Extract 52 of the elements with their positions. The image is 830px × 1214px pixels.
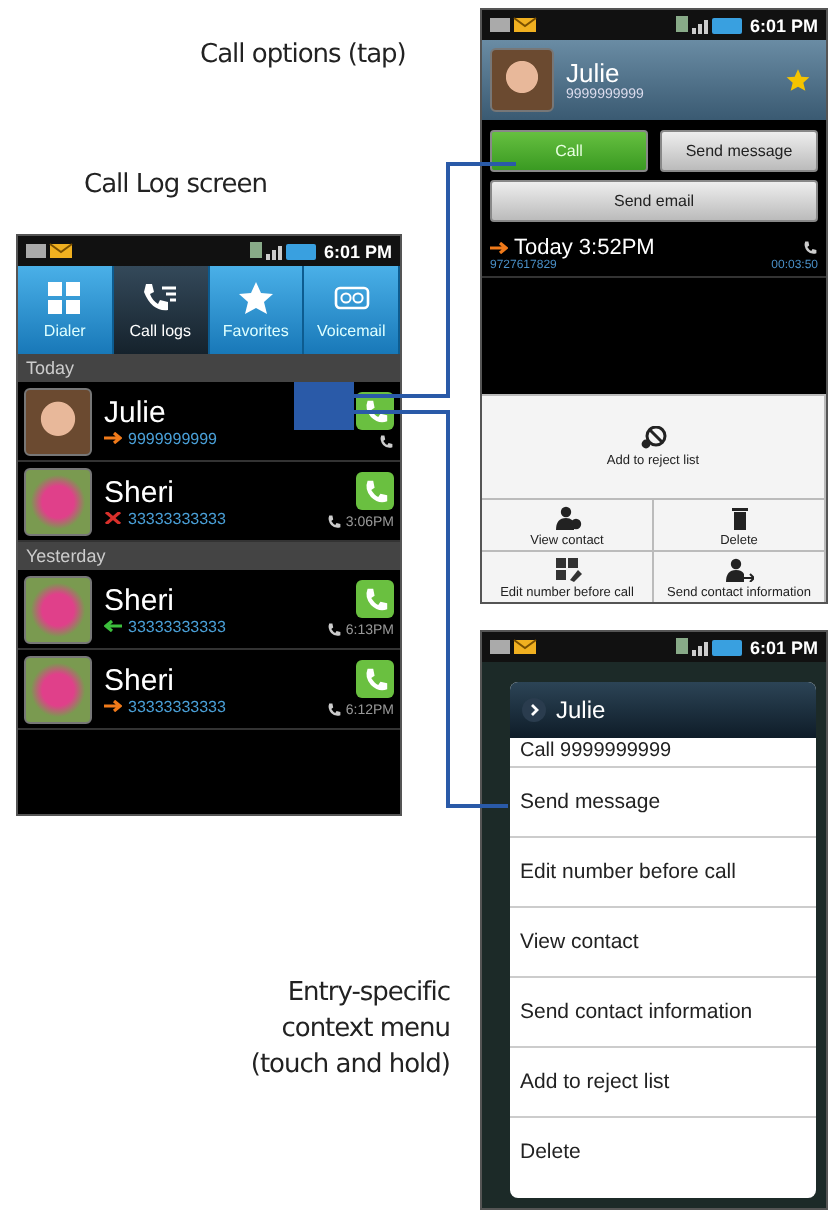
- phone-icon: [361, 665, 389, 693]
- status-time: 6:01 PM: [323, 241, 392, 261]
- section-header: Yesterday: [18, 542, 400, 570]
- action-button[interactable]: Send message: [660, 130, 818, 172]
- contact-name: Julie: [566, 58, 622, 88]
- call-button[interactable]: [356, 660, 394, 698]
- avatar: [490, 48, 554, 112]
- phone-icon: [325, 702, 342, 718]
- call-date: Today 3:52PM: [514, 236, 655, 260]
- star-icon: [237, 281, 274, 313]
- figure-caption: Call options (tap): [200, 40, 406, 70]
- notification-icons: [26, 242, 74, 260]
- phone-number: 33333333333: [128, 617, 226, 635]
- phone-icon: [325, 514, 342, 530]
- call-log-entry[interactable]: Julie 9999999999: [18, 382, 400, 462]
- chevron-icon: [522, 698, 546, 722]
- phone-number: 33333333333: [128, 509, 226, 527]
- notification-icons: [490, 16, 538, 34]
- figure-caption: Entry-specific context menu (touch and hold): [250, 976, 450, 1084]
- call-list-icon: [142, 281, 179, 313]
- signal-battery-icons: [675, 638, 744, 656]
- contact-name: Sheri: [104, 475, 177, 509]
- notification-icons: [490, 638, 538, 656]
- call-button[interactable]: [356, 472, 394, 510]
- section-header: Today: [18, 354, 400, 382]
- status-time: 6:01 PM: [749, 15, 818, 35]
- contact-name: Julie: [104, 395, 168, 429]
- keypad-pencil-icon: [553, 558, 581, 582]
- call-button[interactable]: [356, 580, 394, 618]
- phone-number: 9999999999: [128, 429, 217, 447]
- menu-title: Julie: [556, 696, 606, 724]
- phone-icon: [325, 622, 342, 638]
- keypad-icon: [46, 281, 83, 313]
- phone-icon: [802, 240, 818, 256]
- phone-icon: [378, 434, 394, 450]
- signal-battery-icons: [249, 242, 318, 260]
- voicemail-icon: [333, 281, 370, 313]
- blocked-phone-icon: [639, 426, 667, 450]
- action-button[interactable]: Send email: [490, 180, 818, 222]
- contact-name: Sheri: [104, 663, 177, 697]
- star-icon[interactable]: [786, 68, 810, 92]
- phone-number: 33333333333: [128, 697, 226, 715]
- signal-battery-icons: [675, 16, 744, 34]
- phone-icon: [361, 477, 389, 505]
- person-info-icon: [553, 506, 581, 530]
- person-arrow-icon: [725, 558, 753, 582]
- tab[interactable]: Call logs: [113, 266, 209, 354]
- contact-name: Sheri: [104, 583, 177, 617]
- figure-caption: Call Log screen: [84, 170, 267, 200]
- phone-icon: [361, 585, 389, 613]
- status-time: 6:01 PM: [749, 637, 818, 657]
- phone-icon: [361, 397, 389, 425]
